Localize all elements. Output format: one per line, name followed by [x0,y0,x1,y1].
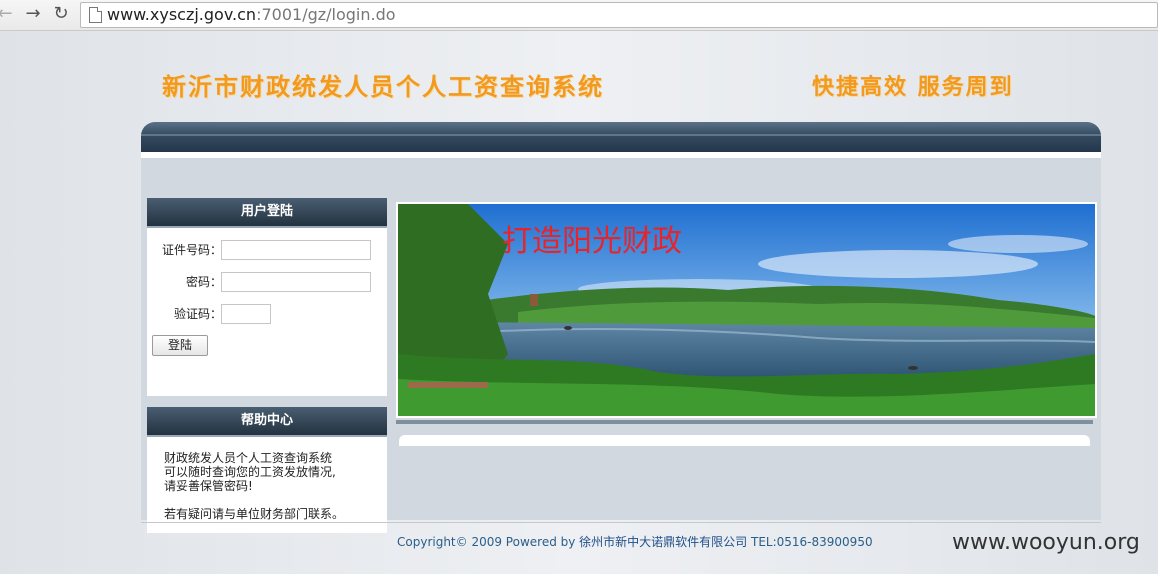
password-label: 密码： [185,275,222,289]
help-line: 若有疑问请与单位财务部门联系。 [164,507,345,521]
back-arrow-icon[interactable]: ← [0,3,16,25]
site-slogan: 快捷高效 服务周到 [812,75,1014,100]
help-line: 财政统发人员个人工资查询系统 [164,451,333,465]
url-path: :7001/gz/login.do [256,5,396,24]
login-heading: 用户登陆 [147,198,387,228]
content-strip [399,435,1090,446]
top-nav-bar [141,122,1101,152]
password-input[interactable] [221,272,371,292]
login-panel: 用户登陆 证件号码： 密码： 验证码： 登陆 [147,198,387,396]
main-content: 用户登陆 证件号码： 密码： 验证码： 登陆 帮助中心 财政统发人员个人工资查询… [141,152,1101,533]
help-line: 可以随时查询您的工资发放情况, [164,465,336,479]
reload-icon[interactable]: ↻ [50,3,72,25]
contact-tel: TEL:0516-83900950 [747,535,873,549]
footer-copyright: Copyright© 2009 Powered by 徐州市新中大诺鼎软件有限公… [397,533,873,550]
help-line: 请妥善保管密码! [164,479,253,493]
url-host: www.xysczj.gov.cn [107,5,257,24]
forward-arrow-icon[interactable]: → [22,3,44,25]
site-title: 新沂市财政统发人员个人工资查询系统 [162,73,604,101]
page-icon [89,7,102,23]
company-link[interactable]: 徐州市新中大诺鼎软件有限公司 [579,535,747,549]
captcha-input[interactable] [221,304,271,324]
footer-divider [141,522,1101,523]
help-heading: 帮助中心 [147,407,387,437]
watermark-text: www.wooyun.org [952,530,1140,555]
id-number-input[interactable] [221,240,371,260]
id-number-label: 证件号码： [161,243,222,257]
url-text[interactable]: www.xysczj.gov.cn:7001/gz/login.do [107,5,396,24]
banner-caption: 打造阳光财政 [502,224,682,259]
copyright-prefix: Copyright© 2009 Powered by [397,535,580,549]
captcha-row: 验证码： [147,303,222,325]
login-button[interactable]: 登陆 [152,335,208,356]
browser-address-bar: ← → ↻ www.xysczj.gov.cn:7001/gz/login.do [0,0,1158,31]
help-panel: 帮助中心 财政统发人员个人工资查询系统 可以随时查询您的工资发放情况, 请妥善保… [147,407,387,533]
landscape-banner-image: 打造阳光财政 [396,202,1097,418]
captcha-label: 验证码： [173,307,222,321]
password-row: 密码： [147,271,222,293]
url-field[interactable]: www.xysczj.gov.cn:7001/gz/login.do [80,2,1158,28]
banner-divider [396,420,1093,424]
page-body: 新沂市财政统发人员个人工资查询系统 快捷高效 服务周到 用户登陆 证件号码： 密… [0,31,1158,574]
help-text: 财政统发人员个人工资查询系统 可以随时查询您的工资发放情况, 请妥善保管密码! … [164,451,344,521]
id-number-row: 证件号码： [147,239,222,261]
